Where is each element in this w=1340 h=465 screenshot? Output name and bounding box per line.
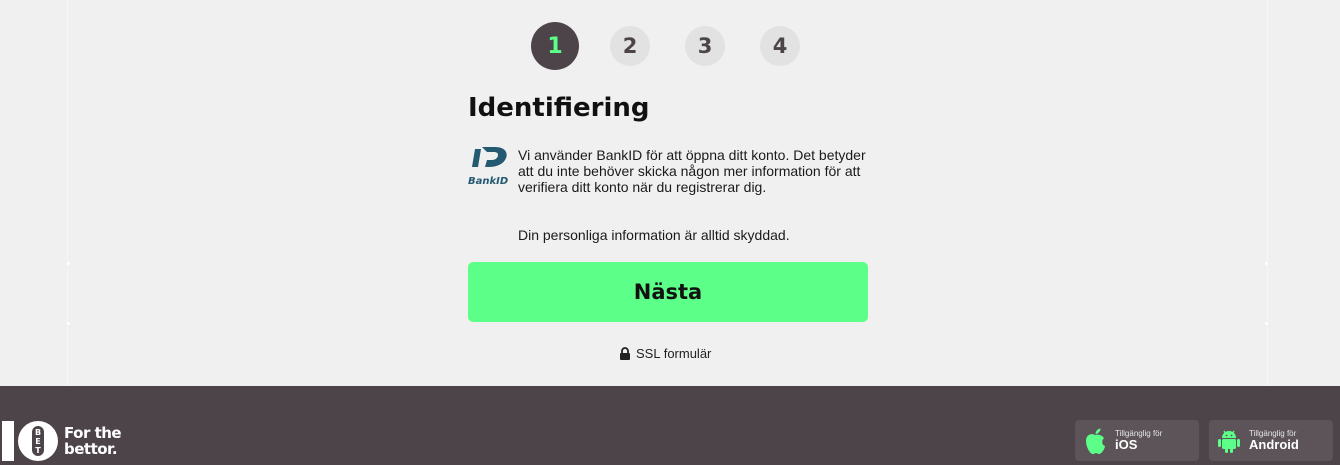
lock-icon	[620, 347, 630, 360]
android-label: Android	[1249, 437, 1299, 452]
ssl-indicator: SSL formulär	[619, 346, 711, 361]
svg-text:BankID: BankID	[468, 176, 508, 187]
tagline-line2: bettor.	[64, 440, 118, 458]
corner-dot	[67, 262, 70, 265]
step-indicator: 1 2 3 4	[0, 22, 1340, 70]
apple-icon	[1086, 428, 1105, 454]
bankid-logo-icon: BankID	[468, 147, 508, 187]
tagline-line1: For the	[64, 424, 122, 442]
bankid-info-text: Vi använder BankID för att öppna ditt ko…	[518, 147, 866, 195]
step-2: 2	[610, 26, 650, 66]
svg-text:T: T	[35, 446, 41, 455]
ios-label: iOS	[1115, 437, 1138, 452]
corner-dot	[67, 322, 70, 325]
ssl-label: SSL formulär	[636, 346, 712, 361]
android-app-button[interactable]: Tillgänglig för Android	[1209, 420, 1333, 461]
registration-main: 1 2 3 4 Identifiering BankID Vi använder…	[0, 0, 1340, 386]
svg-text:B: B	[35, 428, 41, 437]
security-note: Din personliga information är alltid sky…	[518, 227, 790, 243]
footer-brand[interactable]: B E T For the bettor.	[2, 420, 122, 462]
android-icon	[1218, 430, 1240, 453]
page-title: Identifiering	[468, 93, 650, 123]
corner-dot	[1265, 262, 1268, 265]
tenbet-logo-icon: B E T	[2, 421, 58, 461]
brand-tagline: For the bettor.	[64, 424, 122, 458]
ios-app-button[interactable]: Tillgänglig för iOS	[1075, 420, 1199, 461]
next-button[interactable]: Nästa	[468, 262, 868, 322]
svg-text:E: E	[35, 437, 40, 446]
step-3: 3	[685, 26, 725, 66]
step-4: 4	[760, 26, 800, 66]
corner-dot	[1265, 322, 1268, 325]
step-1: 1	[531, 22, 579, 70]
